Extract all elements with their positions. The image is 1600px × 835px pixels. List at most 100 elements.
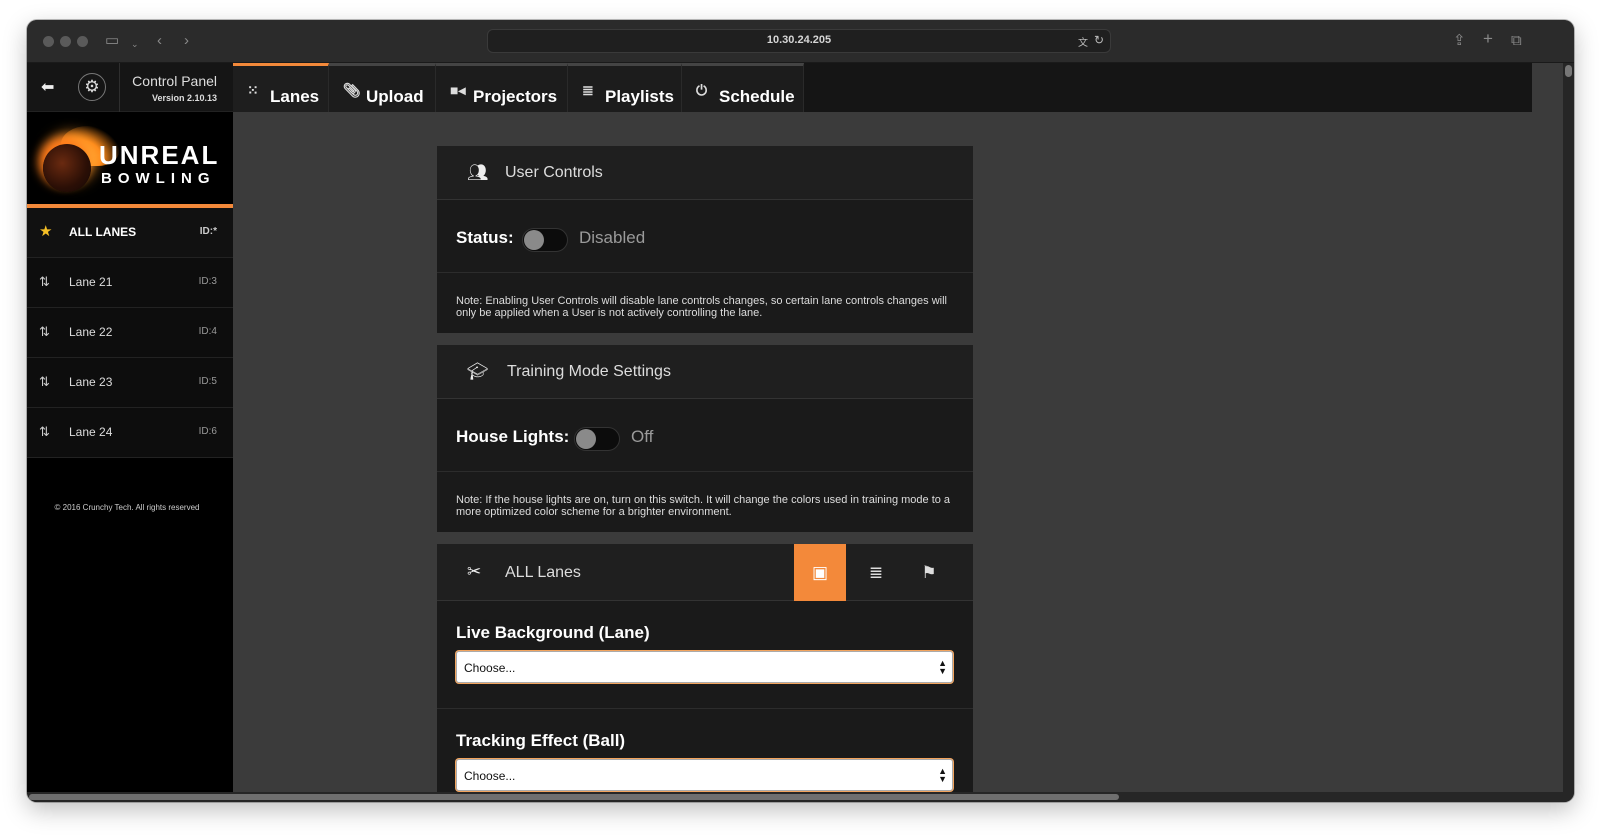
paperclip-icon: 📎︎ [343,82,361,98]
sidebar: ⬅ ⚙ Control Panel Version 2.10.13 UNREAL… [27,63,233,802]
sidebar-item-label: Lane 22 [69,325,113,339]
forward-arrow-icon[interactable]: › [184,31,189,51]
main-content: 👥︎ User Controls Status: Disabled Note: … [233,112,1532,792]
user-controls-toggle[interactable] [522,228,568,252]
tab-overview-icon[interactable]: ⧉ [1511,31,1522,51]
sidebar-item-all-lanes[interactable]: ★ ALL LANES ID:* [27,208,233,258]
user-controls-panel: 👥︎ User Controls Status: Disabled Note: … [437,146,973,333]
panel-header: ✂︎ ALL Lanes ▣ ≣ ⚑ [437,544,973,601]
all-lanes-panel: ✂︎ ALL Lanes ▣ ≣ ⚑ Live Background (Lane… [437,544,973,792]
url-text: 10.30.24.205 [766,34,832,46]
browser-toolbar: ▭ ⌄ ‹ › 10.30.24.205 文 ↻ ⇪ + ⧉ [27,20,1574,63]
tab-projectors[interactable]: ■◂ Projectors [436,63,568,112]
graduation-cap-icon: 🎓︎ [467,362,489,381]
toggle-knob [524,230,544,250]
tracking-effect-label: Tracking Effect (Ball) [456,731,626,750]
toggle-knob [576,429,596,449]
minimize-window-button[interactable] [60,36,71,47]
copyright-text: © 2016 Crunchy Tech. All rights reserved [54,503,200,512]
tab-playlists[interactable]: ≣ Playlists [568,63,682,112]
close-window-button[interactable] [43,36,54,47]
sliders-icon: ⇅ [39,424,50,439]
power-icon: ⏻ [696,82,708,98]
back-icon[interactable]: ⬅ [41,77,54,97]
reload-icon[interactable]: ↻ [1094,33,1104,47]
tab-lanes[interactable]: ⁙ Lanes [233,63,329,112]
select-arrows-icon: ▲ ▼ [938,658,947,676]
select-arrows-icon: ▲ ▼ [938,766,947,784]
zoom-window-button[interactable] [77,36,88,47]
new-tab-icon[interactable]: + [1483,29,1493,49]
version-label: Version 2.10.13 [151,93,217,103]
top-nav: ⁙ Lanes 📎︎ Upload ■◂ Projectors ≣ Playli… [233,63,1532,112]
address-bar[interactable]: 10.30.24.205 文 ↻ [487,29,1111,53]
sidebar-toggle-icon[interactable]: ▭ [105,31,119,51]
horizontal-scrollbar[interactable] [27,792,1574,802]
sidebar-item-lane-24[interactable]: ⇅ Lane 24 ID:6 [27,408,233,458]
bookmark-icon[interactable]: ⚑ [903,544,955,601]
film-icon[interactable]: ▣ [794,544,846,601]
tracking-effect-row: Tracking Effect (Ball) Choose... ▲ ▼ [437,709,973,792]
panel-title: Training Mode Settings [507,363,671,380]
house-lights-note: Note: If the house lights are on, turn o… [456,494,951,518]
share-icon[interactable]: ⇪ [1453,31,1466,51]
chevron-down-icon[interactable]: ⌄ [131,34,139,54]
scrollbar-thumb[interactable] [1565,65,1572,77]
tab-upload[interactable]: 📎︎ Upload [329,63,436,112]
vertical-scrollbar[interactable] [1563,63,1574,802]
grid-icon: ⁙ [247,82,259,98]
sidebar-item-lane-22[interactable]: ⇅ Lane 22 ID:4 [27,308,233,358]
select-value: Choose... [464,769,516,783]
sidebar-item-label: Lane 23 [69,375,113,389]
translate-icon[interactable]: 文 [1078,34,1088,49]
tracking-effect-select[interactable]: Choose... ▲ ▼ [456,759,953,791]
sidebar-item-label: ALL LANES [69,225,137,239]
live-background-label: Live Background (Lane) [456,623,650,642]
select-value: Choose... [464,661,516,675]
tab-schedule[interactable]: ⏻ Schedule [682,63,804,112]
panel-header: 🎓︎ Training Mode Settings [437,345,973,399]
note-row: Note: Enabling User Controls will disabl… [437,273,973,332]
sidebar-item-lane-21[interactable]: ⇅ Lane 21 ID:3 [27,258,233,308]
user-controls-note: Note: Enabling User Controls will disabl… [456,295,947,319]
panel-header: 👥︎ User Controls [437,146,973,200]
status-value: Disabled [579,228,646,247]
sidebar-item-id: ID:6 [198,426,217,437]
house-lights-value: Off [631,427,654,446]
sidebar-item-lane-23[interactable]: ⇅ Lane 23 ID:5 [27,358,233,408]
browser-window: ▭ ⌄ ‹ › 10.30.24.205 文 ↻ ⇪ + ⧉ ⬅ ⚙ Contr… [27,20,1574,802]
house-lights-row: House Lights: Off [437,399,973,472]
sidebar-item-id: ID:* [199,226,217,237]
panel-title: ALL Lanes [505,564,581,581]
sidebar-item-label: Lane 24 [69,425,113,439]
house-lights-label: House Lights: [456,427,570,446]
status-row: Status: Disabled [437,200,973,273]
back-arrow-icon[interactable]: ‹ [157,31,162,51]
house-lights-toggle[interactable] [574,427,620,451]
control-panel-title: Control Panel [132,73,217,89]
note-row: Note: If the house lights are on, turn o… [437,472,973,531]
training-mode-panel: 🎓︎ Training Mode Settings House Lights: … [437,345,973,532]
tools-icon: ✂︎ [467,562,482,581]
logo-text-line1: UNREAL [99,140,220,170]
status-label: Status: [456,228,514,247]
tab-label: Upload [366,87,424,106]
unreal-bowling-logo: UNREAL BOWLING [27,112,233,208]
tab-label: Projectors [473,87,558,106]
tab-label: Lanes [270,87,320,106]
sliders-icon: ⇅ [39,274,50,289]
live-background-select[interactable]: Choose... ▲ ▼ [456,651,953,683]
database-icon[interactable]: ≣ [850,544,902,601]
sidebar-item-id: ID:5 [198,376,217,387]
tab-label: Schedule [719,87,795,106]
star-icon: ★ [39,223,53,240]
sidebar-item-label: Lane 21 [69,275,113,289]
bowling-ball-graphic [43,144,91,192]
gear-icon[interactable]: ⚙ [78,73,106,101]
video-camera-icon: ■◂ [450,82,466,98]
panel-title: User Controls [505,164,603,181]
database-icon: ≣ [582,82,594,98]
divider [119,63,120,112]
logo-text-line2: BOWLING [101,170,216,187]
scrollbar-thumb[interactable] [29,794,1119,800]
